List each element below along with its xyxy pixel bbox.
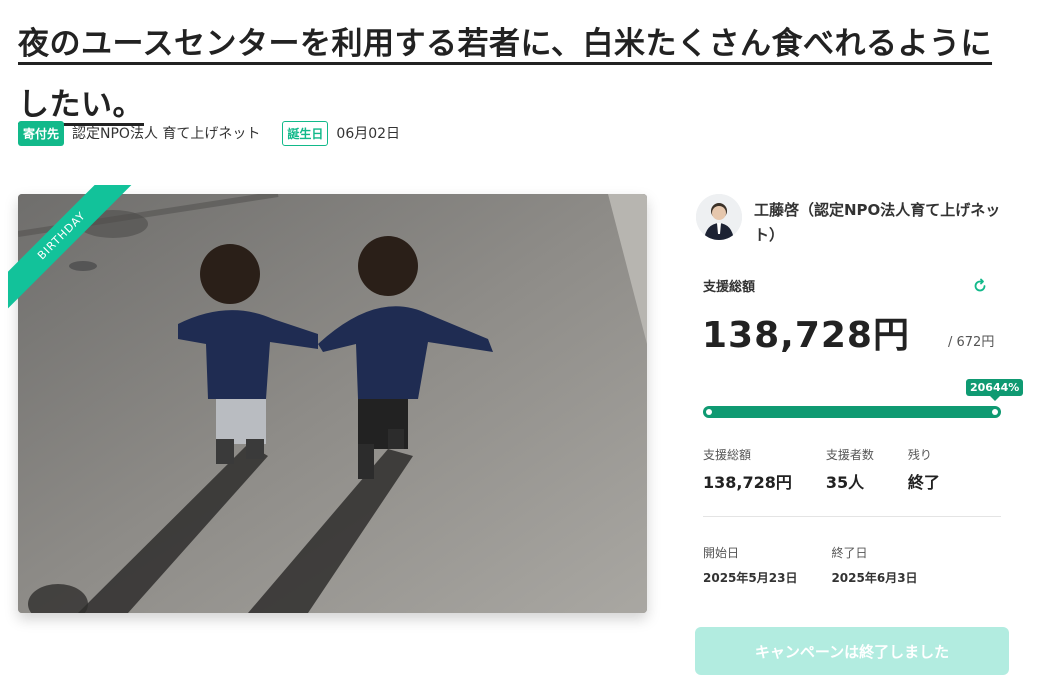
stat-label: 支援総額 [703, 448, 752, 462]
total-amount: 138,728円 [702, 315, 910, 356]
stat-label: 残り [907, 448, 932, 462]
divider [703, 516, 1001, 517]
progress-start-dot [706, 409, 712, 415]
owner-name[interactable]: 工藤啓（認定NPO法人育て上げネット） [754, 198, 1004, 248]
progress-bar [703, 406, 1001, 418]
stat-supporters: 支援者数 35人 [826, 446, 874, 493]
stat-total: 支援総額 138,728円 [703, 446, 792, 493]
goal-amount: / 672円 [948, 335, 995, 350]
date-value: 2025年5月23日 [703, 571, 798, 585]
ribbon-label: BIRTHDAY [8, 185, 135, 309]
recipient-name[interactable]: 認定NPO法人 育て上げネット [72, 123, 260, 143]
stat-value: 138,728円 [703, 473, 792, 492]
refresh-icon[interactable] [972, 278, 988, 294]
date-label: 終了日 [831, 546, 868, 560]
stat-remaining: 残り 終了 [908, 446, 940, 493]
page-title: 夜のユースセンターを利用する若者に、白米たくさん食べれるようにしたい。 [18, 26, 993, 123]
stat-value: 終了 [907, 473, 940, 492]
funding-sidebar: 工藤啓（認定NPO法人育て上げネット） 支援総額 138,728円 / 672円… [696, 194, 1024, 585]
progress-percent: 20644% [966, 379, 1024, 401]
avatar[interactable] [696, 194, 742, 240]
stat-value: 35人 [825, 473, 865, 492]
birthday-tag: 誕生日 [282, 120, 329, 146]
progress-bar-fill [703, 406, 1001, 418]
owner-portrait [696, 194, 742, 240]
owner: 工藤啓（認定NPO法人育て上げネット） [696, 194, 1016, 248]
end-date: 終了日 2025年6月3日 [831, 544, 917, 586]
start-date: 開始日 2025年5月23日 [703, 544, 797, 586]
birthday-ribbon: BIRTHDAY [8, 185, 136, 313]
date-label: 開始日 [703, 546, 740, 560]
stats: 支援総額 138,728円 支援者数 35人 残り 終了 [703, 446, 974, 493]
progress-end-dot [992, 409, 998, 415]
recipient-tag: 寄付先 [18, 120, 65, 146]
dates: 開始日 2025年5月23日 終了日 2025年6月3日 [703, 544, 952, 586]
birthday-date: 06月02日 [336, 126, 401, 142]
stat-label: 支援者数 [825, 448, 874, 462]
project-meta: 寄付先 認定NPO法人 育て上げネット 誕生日 06月02日 [18, 119, 400, 147]
date-value: 2025年6月3日 [831, 571, 918, 585]
total-label: 支援総額 [703, 280, 756, 295]
campaign-ended-button[interactable]: キャンペーンは終了しました [695, 627, 1009, 675]
